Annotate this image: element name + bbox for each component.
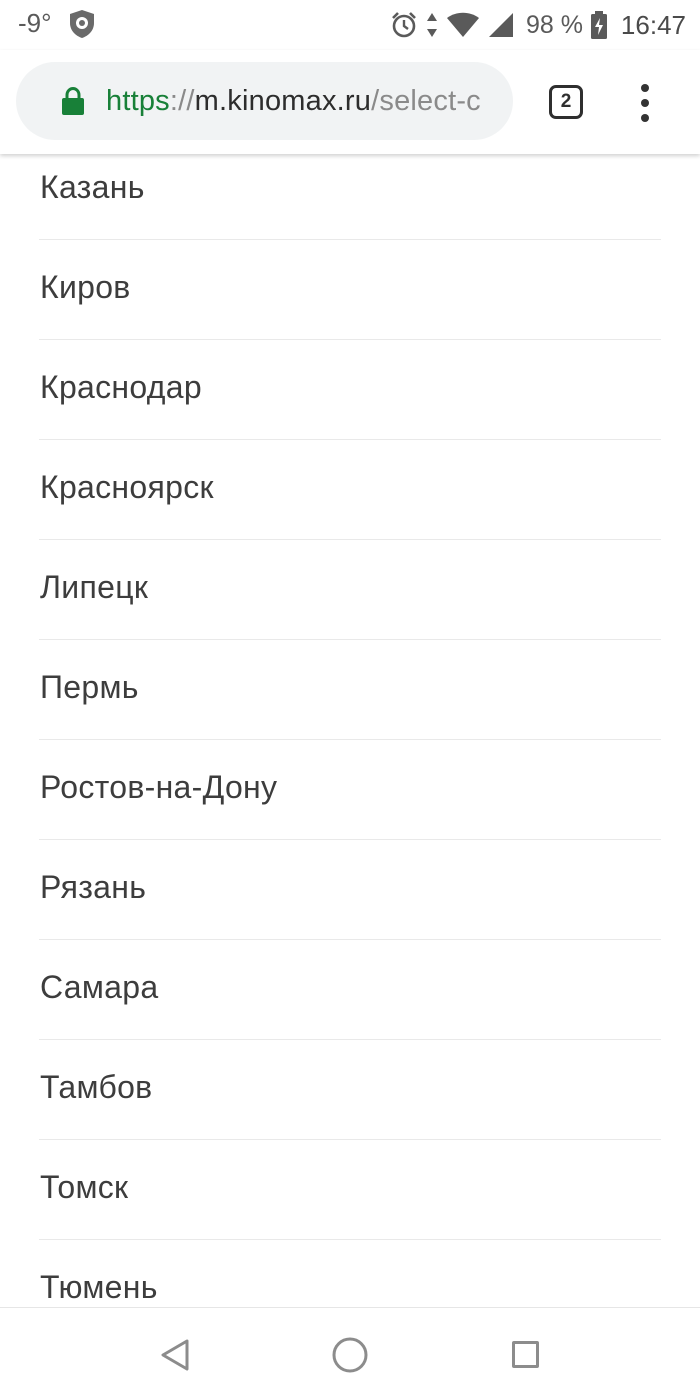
city-list-item[interactable]: Красноярск (39, 440, 661, 540)
back-icon[interactable] (160, 1338, 190, 1372)
city-list-item[interactable]: Краснодар (39, 340, 661, 440)
temperature-text: -9° (18, 8, 52, 38)
shield-icon (70, 10, 94, 38)
menu-dot-icon (641, 99, 649, 107)
city-list-item[interactable]: Пермь (39, 640, 661, 740)
city-label: Киров (40, 269, 131, 305)
city-label: Тамбов (40, 1069, 153, 1105)
address-bar[interactable]: https://m.kinomax.ru/select-c (16, 62, 513, 140)
city-list-item[interactable]: Липецк (39, 540, 661, 640)
city-list-item[interactable]: Тюмень (39, 1240, 661, 1308)
lock-icon (62, 87, 84, 115)
city-list-item[interactable]: Киров (39, 240, 661, 340)
city-label: Красноярск (40, 469, 214, 505)
menu-dot-icon (641, 84, 649, 92)
city-label: Краснодар (40, 369, 202, 405)
city-label: Томск (40, 1169, 129, 1205)
city-label: Пермь (40, 669, 139, 705)
city-label: Самара (40, 969, 159, 1005)
url-text[interactable]: https://m.kinomax.ru/select-c (106, 62, 510, 140)
menu-dot-icon (641, 114, 649, 122)
status-icons: 98 % 16:47 (390, 6, 686, 44)
navigation-bar (0, 1307, 700, 1400)
overflow-menu-button[interactable] (632, 82, 658, 124)
battery-charging-icon (590, 11, 607, 39)
url-host: m.kinomax.ru (194, 85, 372, 117)
url-separator: :// (169, 85, 195, 117)
battery-percent-text: 98 % (525, 10, 583, 39)
browser-toolbar: https://m.kinomax.ru/select-c 2 (0, 50, 700, 154)
recents-icon[interactable] (512, 1341, 539, 1368)
city-label: Рязань (40, 869, 147, 905)
wifi-icon (446, 12, 479, 37)
url-scheme: https (106, 85, 170, 117)
city-list-item[interactable]: Тамбов (39, 1040, 661, 1140)
city-list-item[interactable]: Самара (39, 940, 661, 1040)
city-list-item[interactable]: Рязань (39, 840, 661, 940)
city-label: Липецк (40, 569, 149, 605)
status-bar: -9° 98 % 16:47 (0, 0, 700, 50)
clock-time: 16:47 (620, 9, 686, 40)
city-label: Ростов-на-Дону (40, 769, 278, 805)
city-list-item[interactable]: Ростов-на-Дону (39, 740, 661, 840)
city-list-item[interactable]: Казань (39, 140, 661, 240)
home-icon[interactable] (331, 1336, 369, 1374)
url-path: /select-c (371, 85, 481, 117)
data-arrows-icon (426, 13, 437, 37)
city-list-item[interactable]: Томск (39, 1140, 661, 1240)
tab-switcher-button[interactable]: 2 (549, 85, 583, 119)
alarm-icon (392, 12, 416, 38)
signal-icon (488, 13, 513, 37)
city-label: Тюмень (40, 1269, 158, 1305)
phone-screen: -9° 98 % 16:47 https://m.kinomax.ru/sele… (0, 0, 700, 1400)
city-label: Казань (40, 169, 145, 205)
city-list: Казань Киров Краснодар Красноярск Липецк… (0, 140, 700, 1308)
